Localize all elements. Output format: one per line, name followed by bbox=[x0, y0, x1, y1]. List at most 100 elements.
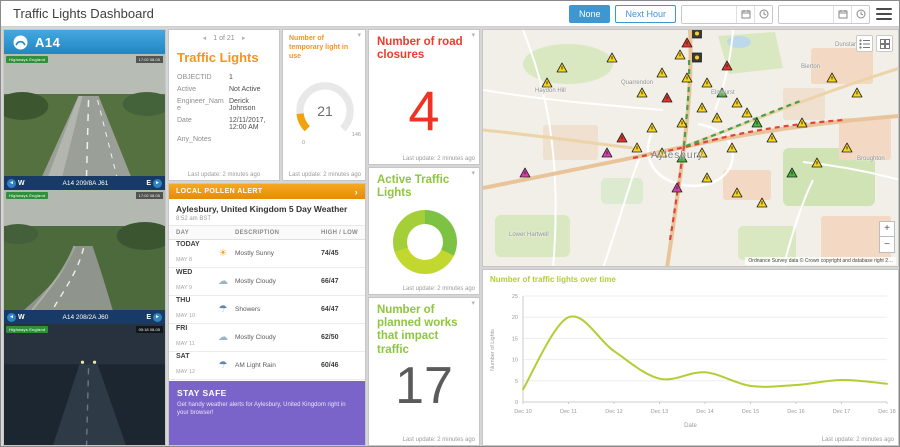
weather-description: Mostly Sunny bbox=[235, 250, 275, 257]
page-title: Traffic Lights Dashboard bbox=[13, 6, 154, 21]
field-label: Active bbox=[177, 86, 197, 93]
map-warning-marker[interactable] bbox=[701, 77, 713, 88]
zoom-in-button[interactable]: + bbox=[879, 221, 895, 237]
pollen-alert-banner[interactable]: LOCAL POLLEN ALERT bbox=[169, 184, 365, 199]
map-warning-marker[interactable] bbox=[646, 122, 658, 133]
west-arrow-icon bbox=[7, 178, 16, 188]
map-warning-marker[interactable] bbox=[851, 87, 863, 98]
map-warning-marker[interactable] bbox=[786, 167, 798, 178]
header-bar: Traffic Lights Dashboard None Next Hour bbox=[1, 1, 899, 27]
map-warning-marker[interactable] bbox=[616, 132, 628, 143]
map-warning-marker[interactable] bbox=[731, 97, 743, 108]
map-panel[interactable]: Aylesbury Quarrendon Haydon Hill Elmhurst Bi… bbox=[482, 29, 899, 267]
next-feature-button[interactable] bbox=[241, 36, 247, 42]
rain-icon: ☂ bbox=[218, 304, 228, 315]
next-hour-button[interactable]: Next Hour bbox=[615, 5, 676, 23]
map-warning-marker[interactable] bbox=[674, 49, 686, 60]
map-warning-marker[interactable] bbox=[716, 87, 728, 98]
weather-date: MAY 11 bbox=[176, 341, 195, 347]
highways-england-watermark: Highways England bbox=[6, 192, 49, 199]
map-warning-marker[interactable] bbox=[692, 30, 702, 39]
weather-date: MAY 9 bbox=[176, 285, 192, 291]
west-direction-button[interactable]: W bbox=[7, 312, 25, 322]
stay-safe-banner[interactable]: STAY SAFE Get handy weather alerts for A… bbox=[169, 381, 365, 445]
map-warning-marker[interactable] bbox=[656, 147, 668, 158]
pager-text: 1 of 21 bbox=[213, 35, 235, 42]
planned-works-panel: Number of planned works that impact traf… bbox=[368, 297, 480, 446]
camera-image: Highways England 05:18 08-05 bbox=[4, 324, 165, 445]
map-warning-marker[interactable] bbox=[671, 182, 683, 193]
calendar-icon bbox=[741, 10, 750, 19]
highways-england-logo bbox=[13, 35, 28, 49]
map-warning-marker[interactable] bbox=[676, 152, 688, 163]
map-warning-marker[interactable] bbox=[601, 147, 613, 158]
panel-expand-icon[interactable] bbox=[471, 170, 475, 177]
last-update-text: Last update: 2 minutes ago bbox=[402, 156, 475, 162]
camera-timestamp: 05:18 08-05 bbox=[135, 326, 163, 333]
map-warning-marker[interactable] bbox=[741, 107, 753, 118]
map-warning-marker[interactable] bbox=[756, 197, 768, 208]
camera-image: Highways England 17:02 08-05 bbox=[4, 54, 165, 176]
map-warning-marker[interactable] bbox=[606, 52, 618, 63]
map-warning-marker[interactable] bbox=[692, 52, 702, 63]
map-warning-marker[interactable] bbox=[811, 157, 823, 168]
map-tools bbox=[856, 35, 893, 52]
east-arrow-icon bbox=[153, 178, 162, 188]
road-closures-count: 4 bbox=[408, 79, 440, 142]
map-warning-marker[interactable] bbox=[711, 112, 723, 123]
weather-panel: LOCAL POLLEN ALERT Aylesbury, United Kin… bbox=[168, 183, 366, 446]
time-filter-input[interactable] bbox=[779, 5, 833, 23]
clock-icon-button-2[interactable] bbox=[851, 5, 869, 23]
header-controls: None Next Hour bbox=[568, 4, 893, 24]
weather-day: TODAY bbox=[176, 241, 200, 248]
weather-day: FRI bbox=[176, 325, 188, 332]
map-warning-marker[interactable] bbox=[636, 87, 648, 98]
calendar-icon-button-2[interactable] bbox=[833, 5, 851, 23]
clock-icon-button[interactable] bbox=[754, 5, 772, 23]
weather-description: AM Light Rain bbox=[235, 362, 276, 369]
map-warning-marker[interactable] bbox=[721, 60, 733, 71]
svg-text:Dec 16: Dec 16 bbox=[787, 409, 804, 415]
menu-icon[interactable] bbox=[875, 6, 893, 22]
map-warning-marker[interactable] bbox=[726, 142, 738, 153]
map-warning-marker[interactable] bbox=[676, 117, 688, 128]
panel-expand-icon[interactable] bbox=[357, 32, 361, 39]
east-direction-button[interactable]: E bbox=[146, 178, 162, 188]
map-warning-marker[interactable] bbox=[681, 72, 693, 83]
traffic-lights-chart-panel: 0 5 10 15 20 25 Dec 10 Dec 11 Dec 12 Dec 13 Dec 14… bbox=[482, 269, 899, 446]
field-value: Not Active bbox=[229, 86, 261, 93]
camera-label: A14 208/2A J60 bbox=[62, 313, 109, 321]
map-warning-marker[interactable] bbox=[541, 77, 553, 88]
chart-title: Number of traffic lights over time bbox=[490, 275, 616, 284]
gauge-max-label: 146 bbox=[351, 132, 361, 138]
date-filter-input[interactable] bbox=[682, 5, 736, 23]
map-warning-marker[interactable] bbox=[766, 132, 778, 143]
east-direction-button[interactable]: E bbox=[146, 312, 162, 322]
map-warning-marker[interactable] bbox=[656, 67, 668, 78]
map-warning-marker[interactable] bbox=[731, 187, 743, 198]
map-warning-marker[interactable] bbox=[751, 117, 763, 128]
west-direction-button[interactable]: W bbox=[7, 178, 25, 188]
legend-button[interactable] bbox=[856, 35, 873, 52]
calendar-icon-button[interactable] bbox=[736, 5, 754, 23]
map-warning-marker[interactable] bbox=[796, 117, 808, 128]
map-warning-marker[interactable] bbox=[701, 172, 713, 183]
map-warning-marker[interactable] bbox=[519, 167, 531, 178]
zoom-out-button[interactable]: − bbox=[879, 237, 895, 253]
map-warning-marker[interactable] bbox=[661, 92, 673, 103]
camera-timestamp: 17:02 08-05 bbox=[135, 192, 163, 199]
none-button[interactable]: None bbox=[568, 5, 611, 23]
map-warning-marker[interactable] bbox=[681, 37, 693, 48]
map-warning-marker[interactable] bbox=[631, 142, 643, 153]
map-warning-marker[interactable] bbox=[696, 147, 708, 158]
map-warning-marker[interactable] bbox=[841, 142, 853, 153]
map-warning-marker[interactable] bbox=[556, 62, 568, 73]
previous-feature-button[interactable] bbox=[201, 36, 207, 42]
chart-x-axis-label: Date bbox=[684, 423, 697, 429]
panel-expand-icon[interactable] bbox=[471, 32, 475, 39]
panel-expand-icon[interactable] bbox=[471, 300, 475, 307]
feature-pager: 1 of 21 bbox=[169, 35, 279, 42]
basemap-button[interactable] bbox=[876, 35, 893, 52]
map-warning-marker[interactable] bbox=[826, 72, 838, 83]
map-warning-marker[interactable] bbox=[696, 102, 708, 113]
